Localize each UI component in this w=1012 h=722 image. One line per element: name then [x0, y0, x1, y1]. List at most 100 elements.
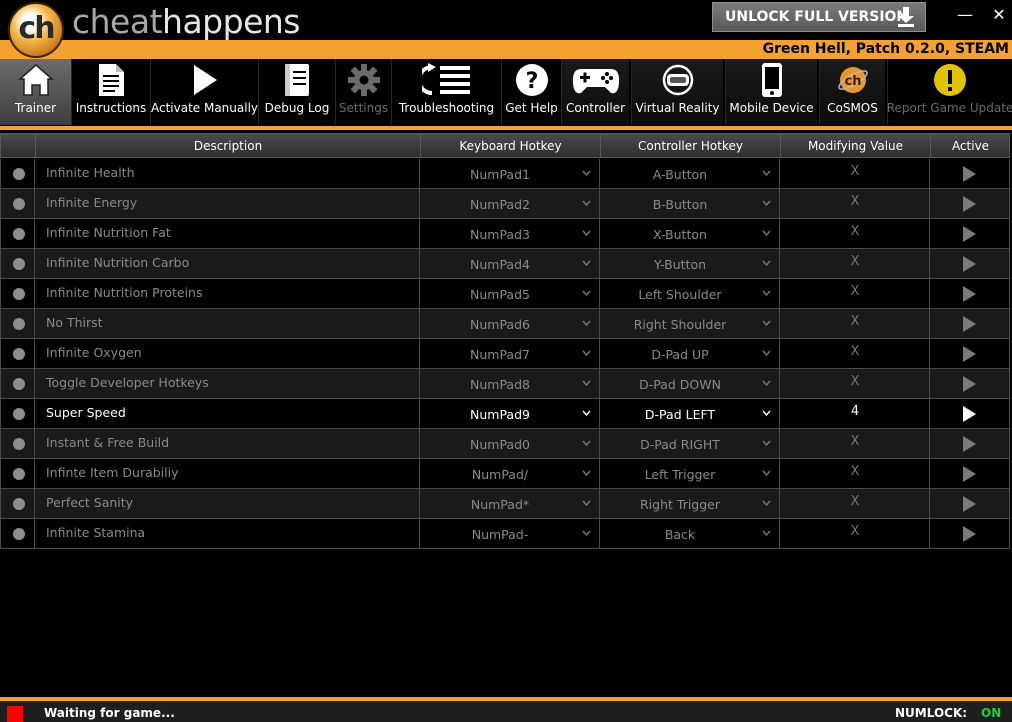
modifying-value-cell[interactable]: 4: [780, 399, 930, 428]
activate-play-icon[interactable]: [963, 316, 976, 332]
activate-play-icon[interactable]: [963, 346, 976, 362]
modifying-value-cell[interactable]: X: [780, 339, 930, 368]
modifying-value-cell[interactable]: X: [780, 279, 930, 308]
activate-play-icon[interactable]: [963, 436, 976, 452]
activate-play-icon[interactable]: [963, 256, 976, 272]
controller-hotkey-select[interactable]: B-Button: [600, 189, 780, 218]
close-button[interactable]: ✕: [988, 4, 1010, 26]
controller-hotkey-select[interactable]: D-Pad RIGHT: [600, 429, 780, 458]
activate-cell[interactable]: [930, 519, 1010, 548]
activate-cell[interactable]: [930, 399, 1010, 428]
modifying-value-cell[interactable]: X: [780, 309, 930, 338]
controller-hotkey-select[interactable]: Left Trigger: [600, 459, 780, 488]
controller-hotkey-select[interactable]: D-Pad LEFT: [600, 399, 780, 428]
keyboard-hotkey-select[interactable]: NumPad9: [420, 399, 600, 428]
table-row[interactable]: Infinite Nutrition Proteins NumPad5 Left S…: [0, 279, 1010, 309]
activate-play-icon[interactable]: [963, 526, 976, 542]
controller-hotkey-select[interactable]: D-Pad DOWN: [600, 369, 780, 398]
activate-play-icon[interactable]: [963, 226, 976, 242]
modifying-value-cell[interactable]: X: [780, 429, 930, 458]
modifying-value-cell[interactable]: X: [780, 489, 930, 518]
modifying-value-cell[interactable]: X: [780, 159, 930, 188]
activate-cell[interactable]: [930, 249, 1010, 278]
controller-hotkey-select[interactable]: Y-Button: [600, 249, 780, 278]
tab-instructions[interactable]: Instructions: [71, 59, 150, 125]
table-row[interactable]: Perfect Sanity NumPad* Right Trigger X: [0, 489, 1010, 519]
keyboard-hotkey-select[interactable]: NumPad*: [420, 489, 600, 518]
table-row[interactable]: Infinite Health NumPad1 A-Button X: [0, 159, 1010, 189]
activate-play-icon[interactable]: [963, 376, 976, 392]
activate-cell[interactable]: [930, 489, 1010, 518]
activate-cell[interactable]: [930, 459, 1010, 488]
keyboard-hotkey-select[interactable]: NumPad0: [420, 429, 600, 458]
tab-activate-manually[interactable]: Activate Manually: [150, 59, 258, 125]
controller-hotkey-select[interactable]: Right Shoulder: [600, 309, 780, 338]
modifying-value-cell[interactable]: X: [780, 249, 930, 278]
tab-cosmos[interactable]: ch CoSMOS: [819, 59, 885, 125]
tab-mobile-device[interactable]: Mobile Device: [725, 59, 817, 125]
description-cell: Infinite Oxygen: [35, 339, 420, 368]
keyboard-hotkey-select[interactable]: NumPad7: [420, 339, 600, 368]
activate-play-icon[interactable]: [963, 196, 976, 212]
activate-cell[interactable]: [930, 429, 1010, 458]
controller-hotkey-select[interactable]: Right Trigger: [600, 489, 780, 518]
activate-play-icon[interactable]: [963, 406, 976, 422]
controller-hotkey-select[interactable]: X-Button: [600, 219, 780, 248]
table-row[interactable]: No Thirst NumPad6 Right Shoulder X: [0, 309, 1010, 339]
table-row[interactable]: Infinite Nutrition Fat NumPad3 X-Button X: [0, 219, 1010, 249]
tab-get-help[interactable]: ? Get Help: [501, 59, 561, 125]
table-row[interactable]: Super Speed NumPad9 D-Pad LEFT 4: [0, 399, 1010, 429]
minimize-button[interactable]: —: [954, 4, 976, 26]
tab-troubleshooting[interactable]: Troubleshooting: [391, 59, 501, 125]
tab-virtual-reality[interactable]: Virtual Reality: [631, 59, 723, 125]
tab-trainer[interactable]: Trainer: [0, 59, 71, 125]
activate-play-icon[interactable]: [963, 466, 976, 482]
keyboard-hotkey-select[interactable]: NumPad1: [420, 159, 600, 188]
modifying-value-cell[interactable]: X: [780, 459, 930, 488]
activate-cell[interactable]: [930, 369, 1010, 398]
table-row[interactable]: Instant & Free Build NumPad0 D-Pad RIGHT X: [0, 429, 1010, 459]
activate-play-icon[interactable]: [963, 496, 976, 512]
controller-hotkey-select[interactable]: Left Shoulder: [600, 279, 780, 308]
tab-controller[interactable]: Controller: [561, 59, 629, 125]
modifying-value-cell[interactable]: X: [780, 189, 930, 218]
keyboard-hotkey-select[interactable]: NumPad6: [420, 309, 600, 338]
tab-report-game-update[interactable]: Report Game Update: [887, 59, 1012, 125]
keyboard-hotkey-select[interactable]: NumPad3: [420, 219, 600, 248]
table-row[interactable]: Infinte Item Durabiliy NumPad/Left Trigge…: [0, 459, 1010, 489]
keyboard-hotkey-select[interactable]: NumPad2: [420, 189, 600, 218]
table-row[interactable]: Infinite Oxygen NumPad7 D-Pad UP X: [0, 339, 1010, 369]
keyboard-hotkey-select[interactable]: NumPad5: [420, 279, 600, 308]
activate-cell[interactable]: [930, 219, 1010, 248]
unlock-full-version-button[interactable]: UNLOCK FULL VERSION: [712, 2, 926, 32]
keyboard-hotkey-select[interactable]: NumPad-: [420, 519, 600, 548]
controller-hotkey-select[interactable]: D-Pad UP: [600, 339, 780, 368]
keyboard-hotkey-select[interactable]: NumPad/: [420, 459, 600, 488]
header-modifying-value[interactable]: Modifying Value: [781, 134, 931, 158]
keyboard-hotkey-select[interactable]: NumPad4: [420, 249, 600, 278]
table-row[interactable]: Toggle Developer Hotkeys NumPad8 D-Pad DOW…: [0, 369, 1010, 399]
controller-hotkey-select[interactable]: Back: [600, 519, 780, 548]
modifying-value-cell[interactable]: X: [780, 219, 930, 248]
header-controller-hotkey[interactable]: Controller Hotkey: [601, 134, 781, 158]
table-row[interactable]: Infinite Energy NumPad2 B-Button X: [0, 189, 1010, 219]
activate-cell[interactable]: [930, 339, 1010, 368]
header-active[interactable]: Active: [931, 134, 1010, 158]
activate-play-icon[interactable]: [963, 166, 976, 182]
activate-play-icon[interactable]: [963, 286, 976, 302]
keyboard-hotkey-select[interactable]: NumPad8: [420, 369, 600, 398]
activate-cell[interactable]: [930, 189, 1010, 218]
tab-debug-log[interactable]: Debug Log: [258, 59, 335, 125]
activate-cell[interactable]: [930, 309, 1010, 338]
header-keyboard-hotkey[interactable]: Keyboard Hotkey: [421, 134, 601, 158]
controller-hotkey-select[interactable]: A-Button: [600, 159, 780, 188]
table-row[interactable]: Infinite Nutrition Carbo NumPad4 Y-Button X: [0, 249, 1010, 279]
modifying-value-cell[interactable]: X: [780, 369, 930, 398]
table-row[interactable]: Infinite Stamina NumPad- Back X: [0, 519, 1010, 549]
activate-cell[interactable]: [930, 159, 1010, 188]
activate-cell[interactable]: [930, 279, 1010, 308]
header-description[interactable]: Description: [36, 134, 421, 158]
tab-settings[interactable]: Settings: [335, 59, 391, 125]
row-indicator-cell: [0, 429, 35, 458]
modifying-value-cell[interactable]: X: [780, 519, 930, 548]
